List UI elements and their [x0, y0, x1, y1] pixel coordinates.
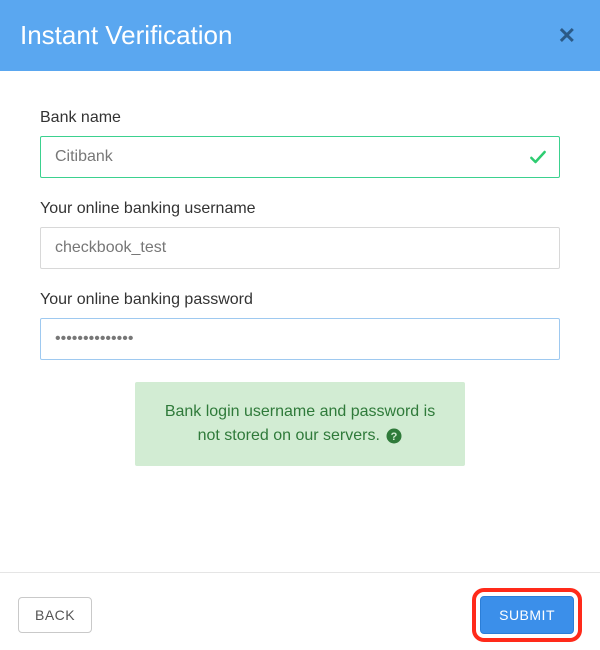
help-icon[interactable]: ?	[386, 428, 402, 444]
username-label: Your online banking username	[40, 200, 560, 218]
modal-content: Bank name Your online banking username Y…	[0, 71, 600, 466]
modal-title: Instant Verification	[20, 20, 232, 51]
bank-name-input[interactable]	[40, 136, 560, 178]
bank-name-label: Bank name	[40, 109, 560, 127]
password-label: Your online banking password	[40, 291, 560, 309]
submit-highlight: SUBMIT	[472, 588, 582, 642]
security-notice: Bank login username and password is not …	[135, 382, 465, 466]
username-field: Your online banking username	[40, 200, 560, 269]
bank-name-input-wrap	[40, 136, 560, 178]
modal-header: Instant Verification ✕	[0, 0, 600, 71]
submit-button[interactable]: SUBMIT	[480, 596, 574, 634]
svg-text:?: ?	[391, 431, 398, 443]
back-button[interactable]: BACK	[18, 597, 92, 633]
modal-footer: BACK SUBMIT	[0, 572, 600, 650]
bank-name-field: Bank name	[40, 109, 560, 178]
close-icon[interactable]: ✕	[554, 23, 580, 49]
password-field: Your online banking password	[40, 291, 560, 360]
username-input[interactable]	[40, 227, 560, 269]
password-input-wrap	[40, 318, 560, 360]
password-input[interactable]	[40, 318, 560, 360]
username-input-wrap	[40, 227, 560, 269]
